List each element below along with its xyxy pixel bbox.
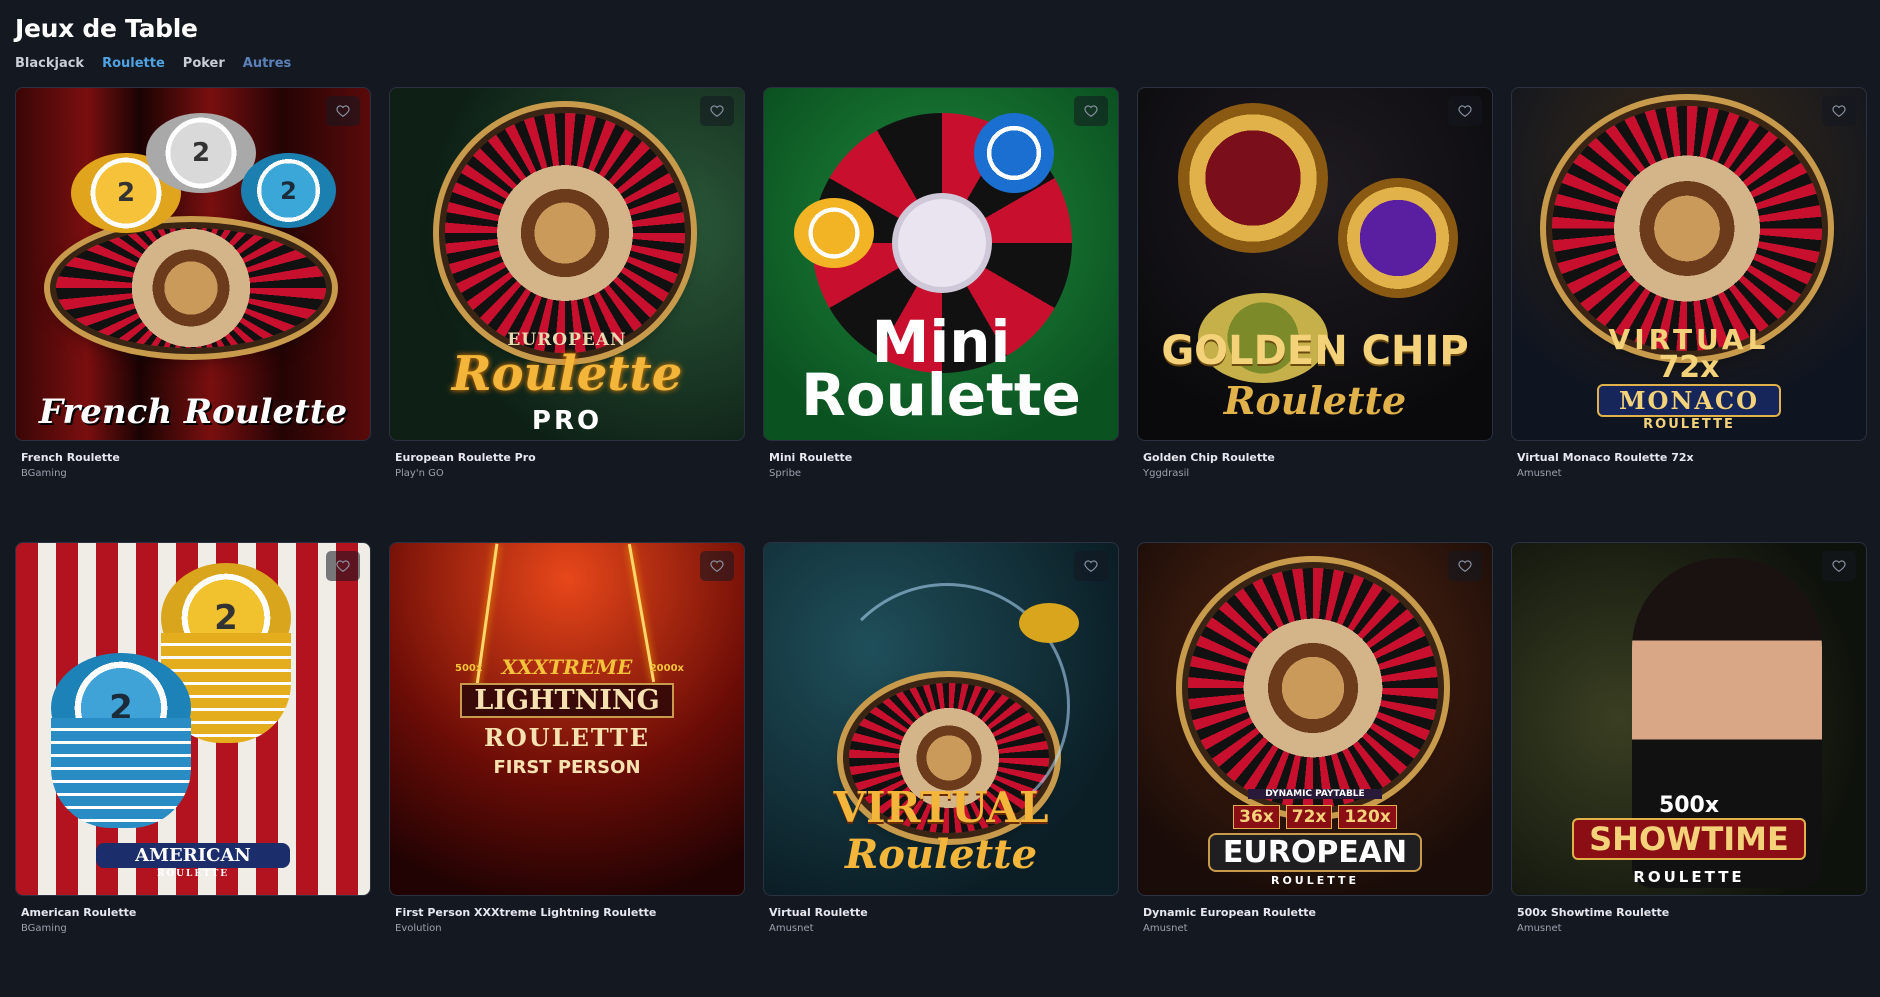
game-provider: BGaming (21, 923, 67, 934)
favorite-button[interactable] (1822, 551, 1856, 581)
game-provider: Spribe (769, 468, 802, 479)
game-artwork: 500x SHOWTIME ROULETTE (1512, 543, 1866, 895)
game-thumbnail[interactable]: Mini Roulette (763, 87, 1119, 441)
tab-roulette[interactable]: Roulette (102, 56, 165, 71)
game-artwork: 2 2 2 French Roulette (16, 88, 370, 440)
heart-outline-icon (1832, 105, 1846, 117)
game-card-mini-roulette[interactable]: Mini Roulette Mini Roulette Spribe (763, 87, 1119, 542)
game-thumbnail[interactable]: XXXTREME 500x 2000x LIGHTNING ROULETTE F… (389, 542, 745, 896)
game-card-xxxtreme-lightning-roulette[interactable]: XXXTREME 500x 2000x LIGHTNING ROULETTE F… (389, 542, 745, 997)
game-provider: Play'n GO (395, 468, 444, 479)
favorite-button[interactable] (1448, 551, 1482, 581)
game-title[interactable]: French Roulette (21, 451, 120, 464)
game-thumbnail[interactable]: VIRTUAL 72x MONACO ROULETTE (1511, 87, 1867, 441)
game-artwork: 2 2 AMERICAN ROULETTE (16, 543, 370, 895)
games-grid: 2 2 2 French Roulette French Roulette BG… (15, 87, 1867, 997)
game-thumbnail[interactable]: DYNAMIC PAYTABLE 36x 72x 120x EUROPEAN R… (1137, 542, 1493, 896)
tab-autres[interactable]: Autres (243, 56, 292, 71)
game-card-virtual-monaco-roulette[interactable]: VIRTUAL 72x MONACO ROULETTE Virtual Mona… (1511, 87, 1867, 542)
game-title[interactable]: European Roulette Pro (395, 451, 536, 464)
table-games-page: Jeux de Table Blackjack Roulette Poker A… (0, 0, 1880, 950)
game-title[interactable]: Virtual Roulette (769, 906, 868, 919)
game-title[interactable]: Virtual Monaco Roulette 72x (1517, 451, 1694, 464)
favorite-button[interactable] (1448, 96, 1482, 126)
game-title[interactable]: 500x Showtime Roulette (1517, 906, 1669, 919)
game-thumbnail[interactable]: 2 2 AMERICAN ROULETTE (15, 542, 371, 896)
game-artwork: VIRTUAL 72x MONACO ROULETTE (1512, 88, 1866, 440)
game-thumbnail[interactable]: GOLDEN CHIP Roulette (1137, 87, 1493, 441)
game-card-american-roulette[interactable]: 2 2 AMERICAN ROULETTE American Roulette … (15, 542, 371, 997)
game-card-golden-chip-roulette[interactable]: GOLDEN CHIP Roulette Golden Chip Roulett… (1137, 87, 1493, 542)
tab-blackjack[interactable]: Blackjack (15, 56, 84, 71)
heart-outline-icon (336, 105, 350, 117)
heart-outline-icon (710, 560, 724, 572)
heart-outline-icon (1084, 105, 1098, 117)
game-provider: Amusnet (1143, 923, 1188, 934)
heart-outline-icon (336, 560, 350, 572)
game-artwork: VIRTUAL Roulette (764, 543, 1118, 895)
heart-outline-icon (1832, 560, 1846, 572)
game-artwork: Mini Roulette (764, 88, 1118, 440)
game-artwork: EUROPEAN Roulette PRO (390, 88, 744, 440)
favorite-button[interactable] (326, 96, 360, 126)
heart-outline-icon (1458, 560, 1472, 572)
game-thumbnail[interactable]: 2 2 2 French Roulette (15, 87, 371, 441)
tab-poker[interactable]: Poker (183, 56, 225, 71)
game-card-french-roulette[interactable]: 2 2 2 French Roulette French Roulette BG… (15, 87, 371, 542)
heart-outline-icon (1458, 105, 1472, 117)
game-title[interactable]: Dynamic European Roulette (1143, 906, 1316, 919)
game-card-showtime-roulette[interactable]: 500x SHOWTIME ROULETTE 500x Showtime Rou… (1511, 542, 1867, 997)
game-artwork: GOLDEN CHIP Roulette (1138, 88, 1492, 440)
favorite-button[interactable] (1074, 551, 1108, 581)
game-title[interactable]: First Person XXXtreme Lightning Roulette (395, 906, 656, 919)
game-title[interactable]: Mini Roulette (769, 451, 852, 464)
favorite-button[interactable] (326, 551, 360, 581)
game-artwork: XXXTREME 500x 2000x LIGHTNING ROULETTE F… (390, 543, 744, 895)
game-artwork: DYNAMIC PAYTABLE 36x 72x 120x EUROPEAN R… (1138, 543, 1492, 895)
game-card-virtual-roulette[interactable]: VIRTUAL Roulette Virtual Roulette Amusne… (763, 542, 1119, 997)
game-card-dynamic-european-roulette[interactable]: DYNAMIC PAYTABLE 36x 72x 120x EUROPEAN R… (1137, 542, 1493, 997)
game-provider: Yggdrasil (1143, 468, 1190, 479)
page-title: Jeux de Table (15, 14, 198, 43)
game-provider: Amusnet (1517, 923, 1562, 934)
favorite-button[interactable] (700, 551, 734, 581)
game-title[interactable]: Golden Chip Roulette (1143, 451, 1275, 464)
game-provider: BGaming (21, 468, 67, 479)
heart-outline-icon (710, 105, 724, 117)
game-provider: Evolution (395, 923, 442, 934)
game-title[interactable]: American Roulette (21, 906, 136, 919)
heart-outline-icon (1084, 560, 1098, 572)
favorite-button[interactable] (700, 96, 734, 126)
game-provider: Amusnet (1517, 468, 1562, 479)
favorite-button[interactable] (1822, 96, 1856, 126)
game-thumbnail[interactable]: 500x SHOWTIME ROULETTE (1511, 542, 1867, 896)
game-provider: Amusnet (769, 923, 814, 934)
game-thumbnail[interactable]: VIRTUAL Roulette (763, 542, 1119, 896)
category-tabs: Blackjack Roulette Poker Autres (15, 56, 291, 71)
game-card-european-roulette-pro[interactable]: EUROPEAN Roulette PRO European Roulette … (389, 87, 745, 542)
favorite-button[interactable] (1074, 96, 1108, 126)
game-thumbnail[interactable]: EUROPEAN Roulette PRO (389, 87, 745, 441)
